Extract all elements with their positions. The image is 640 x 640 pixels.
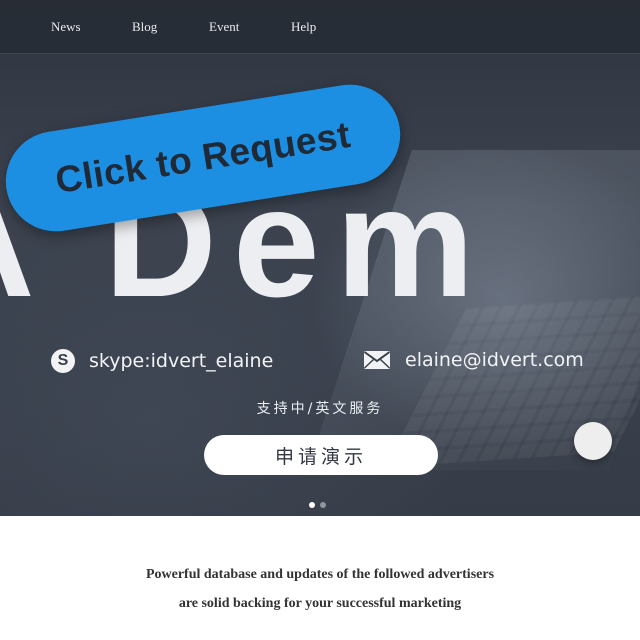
skype-handle: skype:idvert_elaine	[89, 350, 274, 372]
email-contact[interactable]: elaine@idvert.com	[363, 349, 584, 371]
nav-item-help[interactable]: Help	[291, 19, 316, 35]
mail-icon	[363, 351, 391, 369]
carousel-dot-1[interactable]	[309, 502, 315, 508]
request-demo-button[interactable]: 申请演示	[204, 435, 438, 475]
description-line-2: are solid backing for your successful ma…	[178, 596, 462, 611]
features-description: Powerful database and updates of the fol…	[0, 560, 640, 618]
nav-item-event[interactable]: Event	[209, 19, 239, 35]
page: A Dem Click to Request S skype:idvert_el…	[0, 0, 640, 640]
floating-circle-button[interactable]	[574, 422, 612, 460]
email-address: elaine@idvert.com	[405, 349, 584, 371]
description-line-1: Powerful database and updates of the fol…	[145, 567, 495, 582]
carousel-dot-2[interactable]	[320, 502, 326, 508]
language-support-text: 支持中/英文服务	[256, 401, 384, 417]
carousel-indicators	[309, 502, 331, 508]
skype-icon: S	[51, 349, 75, 373]
hero-banner: A Dem Click to Request S skype:idvert_el…	[0, 0, 640, 516]
nav-item-blog[interactable]: Blog	[132, 19, 157, 35]
nav-item-news[interactable]: News	[51, 19, 81, 35]
skype-contact[interactable]: S skype:idvert_elaine	[51, 349, 273, 373]
click-to-request-label: Click to Request	[52, 113, 354, 202]
top-navigation: News Blog Event Help	[0, 0, 640, 54]
